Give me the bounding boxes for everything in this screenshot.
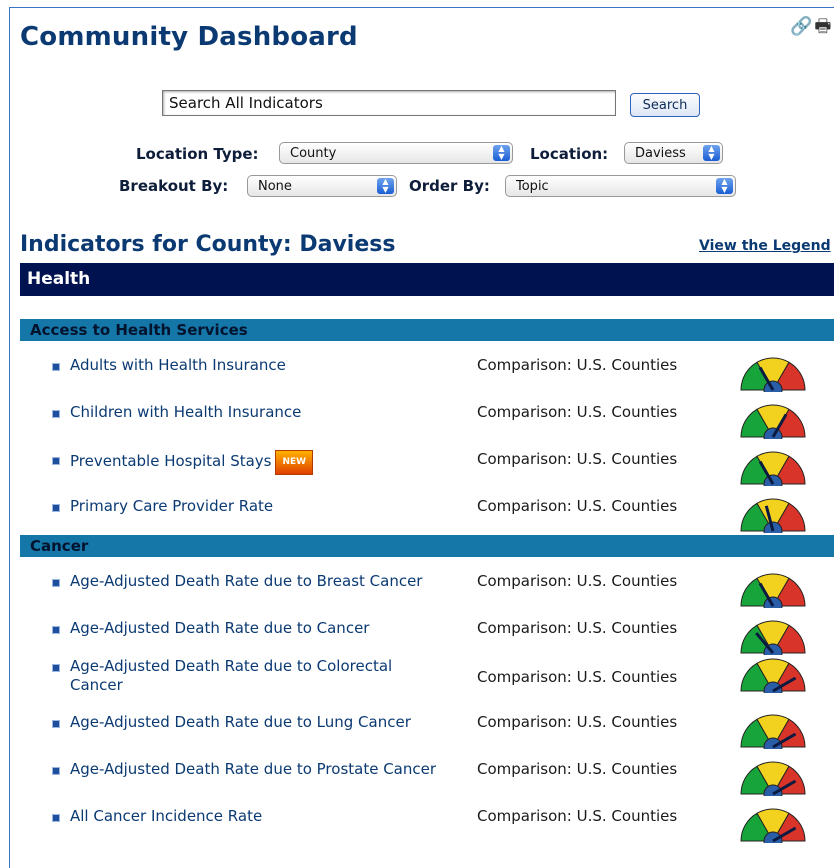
gauge-icon [740, 498, 806, 533]
new-badge: NEW [275, 450, 314, 475]
order-value: Topic [516, 179, 549, 194]
comparison-text: Comparison: U.S. Counties [477, 807, 678, 825]
indicator-label: Age-Adjusted Death Rate due to Lung Canc… [70, 713, 411, 731]
gauge-icon [740, 573, 806, 608]
link-icon[interactable]: 🔗 [790, 16, 812, 37]
indicator-label: Age-Adjusted Death Rate due to Cancer [70, 619, 370, 637]
indicator-link[interactable]: Preventable Hospital Stays NEW [70, 450, 314, 475]
comparison-text: Comparison: U.S. Counties [477, 760, 678, 778]
comparison-text: Comparison: U.S. Counties [477, 713, 678, 731]
indicator-label: Adults with Health Insurance [70, 356, 286, 374]
comparison-text: Comparison: U.S. Counties [477, 356, 678, 374]
comparison-text: Comparison: U.S. Counties [477, 403, 678, 421]
indicator-link[interactable]: Age-Adjusted Death Rate due to Prostate … [70, 760, 436, 779]
indicator-link[interactable]: All Cancer Incidence Rate [70, 807, 262, 826]
location-select[interactable]: Daviess ▲ ▼ [624, 142, 723, 164]
page-frame [9, 7, 834, 868]
indicator-label: Age-Adjusted Death Rate due to Breast Ca… [70, 572, 423, 590]
indicator-label: Age-Adjusted Death Rate due to Colorecta… [70, 657, 393, 694]
print-icon[interactable]: 🖶 [814, 16, 831, 37]
bullet-icon [52, 767, 60, 775]
gauge-icon [740, 451, 806, 486]
indicator-label: Preventable Hospital Stays [70, 452, 272, 470]
breakout-select[interactable]: None ▲ ▼ [247, 175, 397, 197]
gauge-icon [740, 761, 806, 796]
chevron-updown-icon: ▲ ▼ [703, 145, 720, 161]
location-value: Daviess [635, 146, 686, 161]
chevron-updown-icon: ▲ ▼ [716, 178, 733, 194]
indicator-label: Primary Care Provider Rate [70, 497, 274, 515]
bullet-icon [52, 720, 60, 728]
group-bar: Access to Health Services [20, 319, 834, 341]
view-legend-link[interactable]: View the Legend [699, 238, 831, 254]
breakout-label: Breakout By: [119, 177, 229, 195]
bullet-icon [52, 457, 60, 465]
gauge-icon [740, 658, 806, 693]
section-bar-health: Health [20, 263, 834, 296]
indicator-label: All Cancer Incidence Rate [70, 807, 263, 825]
bullet-icon [52, 579, 60, 587]
bullet-icon [52, 504, 60, 512]
gauge-icon [740, 714, 806, 749]
indicator-link[interactable]: Age-Adjusted Death Rate due to Colorecta… [70, 657, 440, 695]
page-title: Community Dashboard [20, 22, 358, 52]
bullet-icon [52, 410, 60, 418]
gauge-icon [740, 357, 806, 392]
comparison-text: Comparison: U.S. Counties [477, 497, 678, 515]
comparison-text: Comparison: U.S. Counties [477, 668, 678, 686]
bullet-icon [52, 626, 60, 634]
breakout-value: None [258, 179, 292, 194]
search-input[interactable] [162, 90, 616, 116]
indicator-link[interactable]: Age-Adjusted Death Rate due to Breast Ca… [70, 572, 422, 591]
bullet-icon [52, 814, 60, 822]
indicator-label: Children with Health Insurance [70, 403, 302, 421]
location-type-label: Location Type: [136, 145, 259, 163]
bullet-icon [52, 664, 60, 672]
indicator-link[interactable]: Adults with Health Insurance [70, 356, 286, 375]
location-type-value: County [290, 146, 337, 161]
location-type-select[interactable]: County ▲ ▼ [279, 142, 513, 164]
order-label: Order By: [409, 177, 490, 195]
indicator-link[interactable]: Primary Care Provider Rate [70, 497, 273, 516]
indicator-link[interactable]: Children with Health Insurance [70, 403, 301, 422]
order-select[interactable]: Topic ▲ ▼ [505, 175, 736, 197]
comparison-text: Comparison: U.S. Counties [477, 572, 678, 590]
gauge-icon [740, 620, 806, 655]
toolbar: 🔗 🖶 [790, 14, 833, 44]
chevron-updown-icon: ▲ ▼ [493, 145, 510, 161]
indicator-link[interactable]: Age-Adjusted Death Rate due to Cancer [70, 619, 369, 638]
search-button[interactable]: Search [630, 93, 700, 117]
indicator-link[interactable]: Age-Adjusted Death Rate due to Lung Canc… [70, 713, 411, 732]
gauge-icon [740, 808, 806, 843]
indicators-title: Indicators for County: Daviess [20, 232, 396, 257]
group-bar: Cancer [20, 535, 834, 557]
comparison-text: Comparison: U.S. Counties [477, 450, 678, 468]
comparison-text: Comparison: U.S. Counties [477, 619, 678, 637]
bullet-icon [52, 363, 60, 371]
location-label: Location: [530, 145, 609, 163]
chevron-updown-icon: ▲ ▼ [377, 178, 394, 194]
gauge-icon [740, 404, 806, 439]
indicator-label: Age-Adjusted Death Rate due to Prostate … [70, 760, 437, 778]
